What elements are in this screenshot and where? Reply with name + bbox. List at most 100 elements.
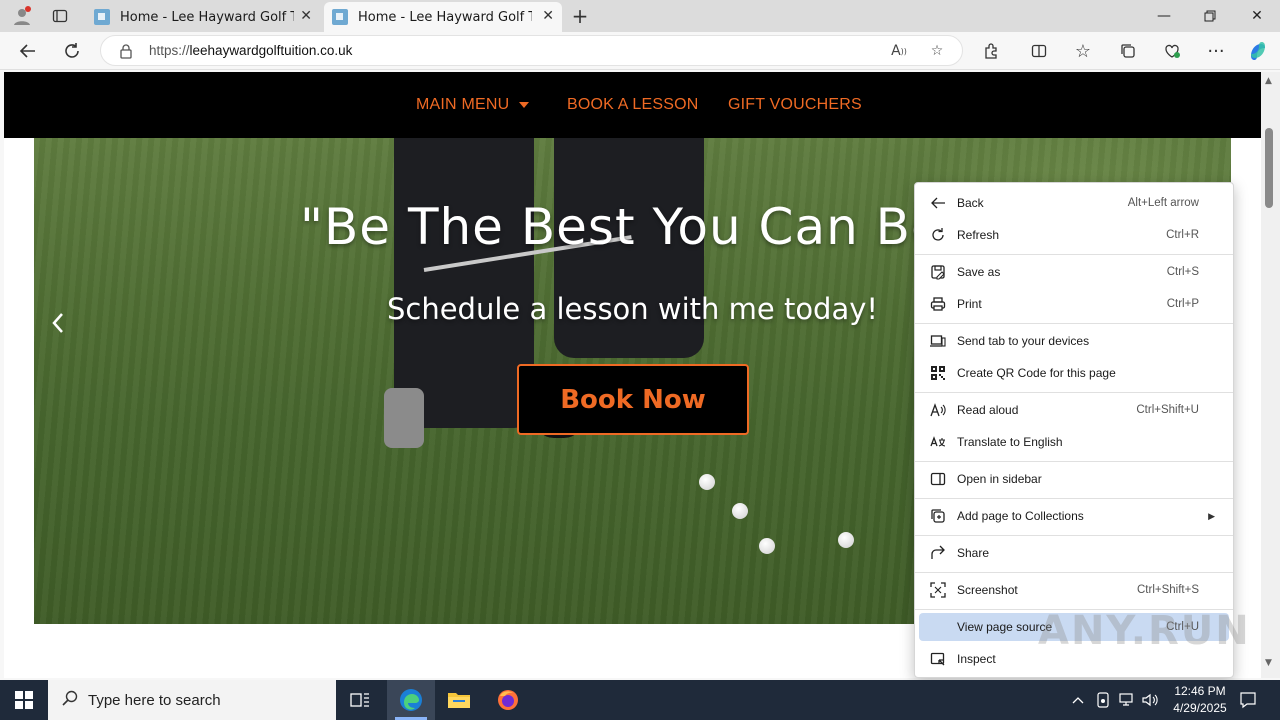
- tab-1[interactable]: Home - Lee Hayward Golf Tuition ✕: [86, 2, 320, 32]
- lock-icon[interactable]: [119, 43, 133, 59]
- tray-app-icon[interactable]: [1093, 680, 1113, 720]
- menu-label: Print: [957, 297, 982, 311]
- menu-item-read-aloud[interactable]: Read aloud Ctrl+Shift+U: [919, 396, 1229, 424]
- tab-actions-icon[interactable]: [48, 4, 72, 28]
- menu-item-refresh[interactable]: Refresh Ctrl+R: [919, 221, 1229, 249]
- anyrun-watermark: ANY.RUN: [1038, 608, 1251, 654]
- refresh-icon: [919, 227, 957, 243]
- read-aloud-icon[interactable]: A)): [889, 41, 909, 61]
- search-icon: [62, 690, 78, 711]
- inspect-icon: [919, 651, 957, 667]
- save-icon: [919, 264, 957, 280]
- settings-more-icon[interactable]: ···: [1202, 37, 1230, 65]
- nav-main-menu[interactable]: MAIN MENU: [416, 96, 530, 114]
- nav-book-a-lesson[interactable]: BOOK A LESSON: [567, 96, 699, 114]
- menu-item-screenshot[interactable]: Screenshot Ctrl+Shift+S: [919, 576, 1229, 604]
- restore-button[interactable]: [1187, 0, 1233, 32]
- scroll-thumb[interactable]: [1265, 128, 1273, 208]
- collections-icon[interactable]: [1114, 37, 1142, 65]
- menu-item-translate[interactable]: Translate to English: [919, 428, 1229, 456]
- print-icon: [919, 296, 957, 312]
- menu-item-open-in-sidebar[interactable]: Open in sidebar: [919, 465, 1229, 493]
- menu-label: Screenshot: [957, 583, 1018, 597]
- scroll-up-icon[interactable]: ▲: [1265, 76, 1272, 86]
- browser-essentials-icon[interactable]: [1158, 37, 1186, 65]
- menu-shortcut: Alt+Left arrow: [1127, 197, 1199, 209]
- menu-item-share[interactable]: Share: [919, 539, 1229, 567]
- screenshot-icon: [919, 582, 957, 598]
- translate-icon: [919, 434, 957, 450]
- golf-ball: [759, 538, 775, 554]
- tray-overflow-chevron-icon[interactable]: [1068, 680, 1088, 720]
- menu-shortcut: Ctrl+S: [1166, 266, 1199, 278]
- search-placeholder: Type here to search: [88, 691, 221, 709]
- menu-item-send-tab[interactable]: Send tab to your devices: [919, 327, 1229, 355]
- close-window-button[interactable]: ✕: [1234, 0, 1280, 32]
- taskbar-search-box[interactable]: Type here to search: [48, 680, 336, 720]
- menu-shortcut: Ctrl+Shift+U: [1136, 404, 1199, 416]
- address-bar[interactable]: https://leehaywardgolftuition.co.uk A)) …: [100, 35, 963, 66]
- menu-label: Inspect: [957, 652, 996, 666]
- refresh-button[interactable]: [58, 37, 86, 65]
- menu-item-add-to-collections[interactable]: Add page to Collections ▶: [919, 502, 1229, 530]
- favorite-star-icon[interactable]: ☆: [927, 41, 947, 61]
- volume-icon[interactable]: [1141, 680, 1161, 720]
- edge-taskbar-icon[interactable]: [387, 680, 435, 720]
- url-text[interactable]: https://leehaywardgolftuition.co.uk: [149, 43, 352, 58]
- tab-title: Home - Lee Hayward Golf Tuition: [120, 9, 294, 25]
- nav-gift-vouchers[interactable]: GIFT VOUCHERS: [728, 96, 862, 114]
- notifications-icon[interactable]: [1234, 680, 1262, 720]
- menu-item-back[interactable]: Back Alt+Left arrow: [919, 189, 1229, 217]
- menu-label: Send tab to your devices: [957, 334, 1090, 348]
- profile-icon[interactable]: [10, 4, 34, 28]
- tab-2[interactable]: Home - Lee Hayward Golf Tuition ✕: [324, 2, 562, 32]
- read-aloud-icon: [919, 402, 957, 418]
- slider-prev-icon[interactable]: [48, 308, 68, 338]
- hero-title: "Be The Best You Can Be": [300, 198, 967, 256]
- devices-icon: [919, 333, 957, 349]
- back-arrow-icon: [919, 195, 957, 211]
- extensions-icon[interactable]: [977, 37, 1005, 65]
- clock-date: 4/29/2025: [1173, 701, 1227, 715]
- new-tab-icon[interactable]: +: [568, 4, 592, 28]
- menu-shortcut: Ctrl+Shift+S: [1137, 584, 1199, 596]
- menu-label: Translate to English: [957, 435, 1063, 449]
- share-icon: [919, 545, 957, 561]
- menu-item-create-qr[interactable]: Create QR Code for this page: [919, 359, 1229, 387]
- scroll-down-icon[interactable]: ▼: [1265, 658, 1272, 668]
- favorites-icon[interactable]: ☆: [1069, 37, 1097, 65]
- golf-ball: [732, 503, 748, 519]
- menu-divider: [915, 498, 1233, 499]
- minimize-button[interactable]: —: [1141, 0, 1187, 32]
- network-icon[interactable]: [1116, 680, 1138, 720]
- menu-divider: [915, 254, 1233, 255]
- file-explorer-icon[interactable]: [435, 680, 483, 720]
- golf-ball: [838, 532, 854, 548]
- split-screen-icon[interactable]: [1025, 37, 1053, 65]
- chevron-down-icon: [519, 101, 530, 108]
- taskbar-clock[interactable]: 12:46 PM 4/29/2025: [1160, 683, 1240, 717]
- menu-shortcut: Ctrl+R: [1166, 229, 1199, 241]
- close-tab-icon[interactable]: ✕: [300, 8, 312, 24]
- copilot-icon[interactable]: [1244, 37, 1272, 65]
- menu-item-print[interactable]: Print Ctrl+P: [919, 290, 1229, 318]
- menu-divider: [915, 535, 1233, 536]
- menu-label: Back: [957, 196, 984, 210]
- close-tab-icon[interactable]: ✕: [542, 8, 554, 24]
- back-button[interactable]: [14, 37, 42, 65]
- windows-logo-icon: [15, 691, 33, 709]
- menu-label: Open in sidebar: [957, 472, 1042, 486]
- page-scrollbar[interactable]: ▲ ▼: [1261, 72, 1280, 678]
- start-button[interactable]: [0, 680, 48, 720]
- task-view-icon[interactable]: [336, 680, 384, 720]
- qr-code-icon: [919, 365, 957, 381]
- sidebar-icon: [919, 471, 957, 487]
- menu-label: Refresh: [957, 228, 1000, 242]
- firefox-icon[interactable]: [484, 680, 532, 720]
- book-now-button[interactable]: Book Now: [517, 364, 749, 435]
- clock-time: 12:46 PM: [1174, 684, 1226, 698]
- menu-item-save-as[interactable]: Save as Ctrl+S: [919, 258, 1229, 286]
- menu-shortcut: Ctrl+P: [1166, 298, 1199, 310]
- hero-photo-shoe: [384, 388, 424, 448]
- menu-label: Save as: [957, 265, 1001, 279]
